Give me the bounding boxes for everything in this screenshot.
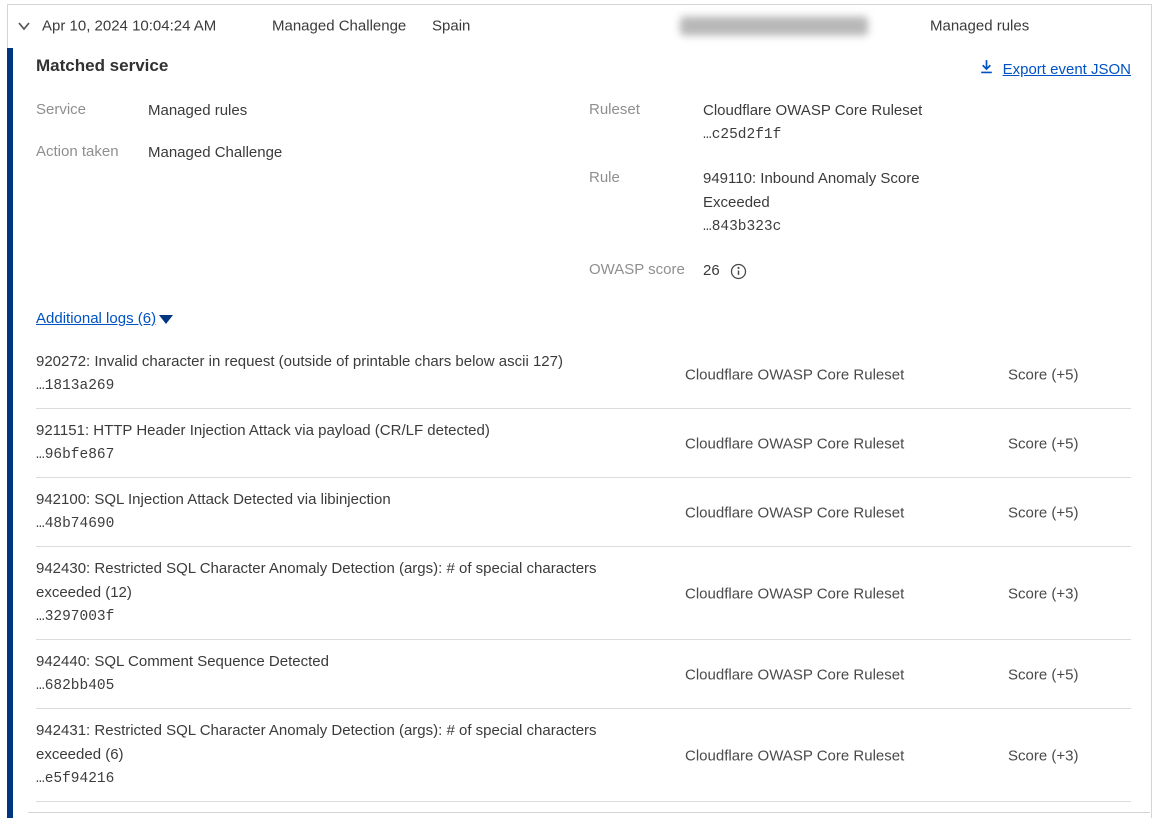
log-ruleset: Cloudflare OWASP Core Ruleset <box>685 747 904 764</box>
log-rule-description: 942100: SQL Injection Attack Detected vi… <box>36 488 621 512</box>
additional-logs-list: 920272: Invalid character in request (ou… <box>8 340 1151 802</box>
log-row: 942431: Restricted SQL Character Anomaly… <box>8 709 1151 802</box>
log-description-block: 942430: Restricted SQL Character Anomaly… <box>36 557 621 629</box>
panel-right-border <box>1151 4 1152 818</box>
log-score: Score (+3) <box>1008 747 1078 764</box>
log-rule-description: 942440: SQL Comment Sequence Detected <box>36 650 621 674</box>
log-description-block: 942431: Restricted SQL Character Anomaly… <box>36 719 621 791</box>
info-icon[interactable] <box>730 263 747 280</box>
log-rule-description: 942431: Restricted SQL Character Anomaly… <box>36 719 621 767</box>
log-row: 942440: SQL Comment Sequence Detected …6… <box>8 640 1151 709</box>
security-event-panel: Apr 10, 2024 10:04:24 AM Managed Challen… <box>0 0 1160 818</box>
log-score: Score (+3) <box>1008 585 1078 602</box>
log-row: 942430: Restricted SQL Character Anomaly… <box>8 547 1151 640</box>
download-icon <box>978 58 995 80</box>
redacted-host-field <box>680 17 868 36</box>
rule-name: 949110: Inbound Anomaly Score Exceeded <box>703 167 943 215</box>
event-service: Managed rules <box>930 18 1029 35</box>
action-taken-label: Action taken <box>36 143 119 160</box>
log-score: Score (+5) <box>1008 666 1078 683</box>
event-action: Managed Challenge <box>272 18 406 35</box>
export-event-json-label: Export event JSON <box>1003 61 1131 78</box>
log-row: 920272: Invalid character in request (ou… <box>8 340 1151 409</box>
rule-value-block: 949110: Inbound Anomaly Score Exceeded …… <box>703 167 943 239</box>
log-description-block: 942440: SQL Comment Sequence Detected …6… <box>36 650 621 698</box>
log-row: 942100: SQL Injection Attack Detected vi… <box>8 478 1151 547</box>
log-row: 921151: HTTP Header Injection Attack via… <box>8 409 1151 478</box>
event-country: Spain <box>432 18 470 35</box>
log-rule-id: …48b74690 <box>36 512 621 536</box>
triangle-down-icon <box>159 315 173 324</box>
log-rule-id: …682bb405 <box>36 674 621 698</box>
log-ruleset: Cloudflare OWASP Core Ruleset <box>685 585 904 602</box>
owasp-score-block: 26 <box>703 259 747 283</box>
next-row-top-border <box>28 812 1150 813</box>
log-ruleset: Cloudflare OWASP Core Ruleset <box>685 666 904 683</box>
log-ruleset: Cloudflare OWASP Core Ruleset <box>685 435 904 452</box>
additional-logs-toggle[interactable]: Additional logs (6) <box>36 310 173 327</box>
export-event-json-link[interactable]: Export event JSON <box>978 58 1131 80</box>
ruleset-id: …c25d2f1f <box>703 123 943 147</box>
rule-label: Rule <box>589 169 620 186</box>
log-rule-description: 942430: Restricted SQL Character Anomaly… <box>36 557 621 605</box>
action-taken-value: Managed Challenge <box>148 141 282 165</box>
event-header-row[interactable]: Apr 10, 2024 10:04:24 AM Managed Challen… <box>8 4 1151 48</box>
rule-id: …843b323c <box>703 215 943 239</box>
matched-service-title: Matched service <box>36 56 168 76</box>
owasp-score-value: 26 <box>703 259 720 283</box>
log-rule-id: …1813a269 <box>36 374 621 398</box>
owasp-score-label: OWASP score <box>589 261 685 278</box>
ruleset-name: Cloudflare OWASP Core Ruleset <box>703 99 943 123</box>
log-rule-id: …96bfe867 <box>36 443 621 467</box>
service-value: Managed rules <box>148 99 247 123</box>
ruleset-value-block: Cloudflare OWASP Core Ruleset …c25d2f1f <box>703 99 943 147</box>
log-rule-id: …3297003f <box>36 605 621 629</box>
log-rule-description: 921151: HTTP Header Injection Attack via… <box>36 419 621 443</box>
service-label: Service <box>36 101 86 118</box>
log-score: Score (+5) <box>1008 435 1078 452</box>
log-description-block: 920272: Invalid character in request (ou… <box>36 350 621 398</box>
log-score: Score (+5) <box>1008 366 1078 383</box>
log-description-block: 921151: HTTP Header Injection Attack via… <box>36 419 621 467</box>
log-score: Score (+5) <box>1008 504 1078 521</box>
event-timestamp: Apr 10, 2024 10:04:24 AM <box>42 18 216 35</box>
log-rule-description: 920272: Invalid character in request (ou… <box>36 350 621 374</box>
log-ruleset: Cloudflare OWASP Core Ruleset <box>685 366 904 383</box>
ruleset-label: Ruleset <box>589 101 640 118</box>
log-rule-id: …e5f94216 <box>36 767 621 791</box>
chevron-down-icon[interactable] <box>14 16 34 36</box>
log-ruleset: Cloudflare OWASP Core Ruleset <box>685 504 904 521</box>
log-description-block: 942100: SQL Injection Attack Detected vi… <box>36 488 621 536</box>
additional-logs-label: Additional logs (6) <box>36 310 156 327</box>
